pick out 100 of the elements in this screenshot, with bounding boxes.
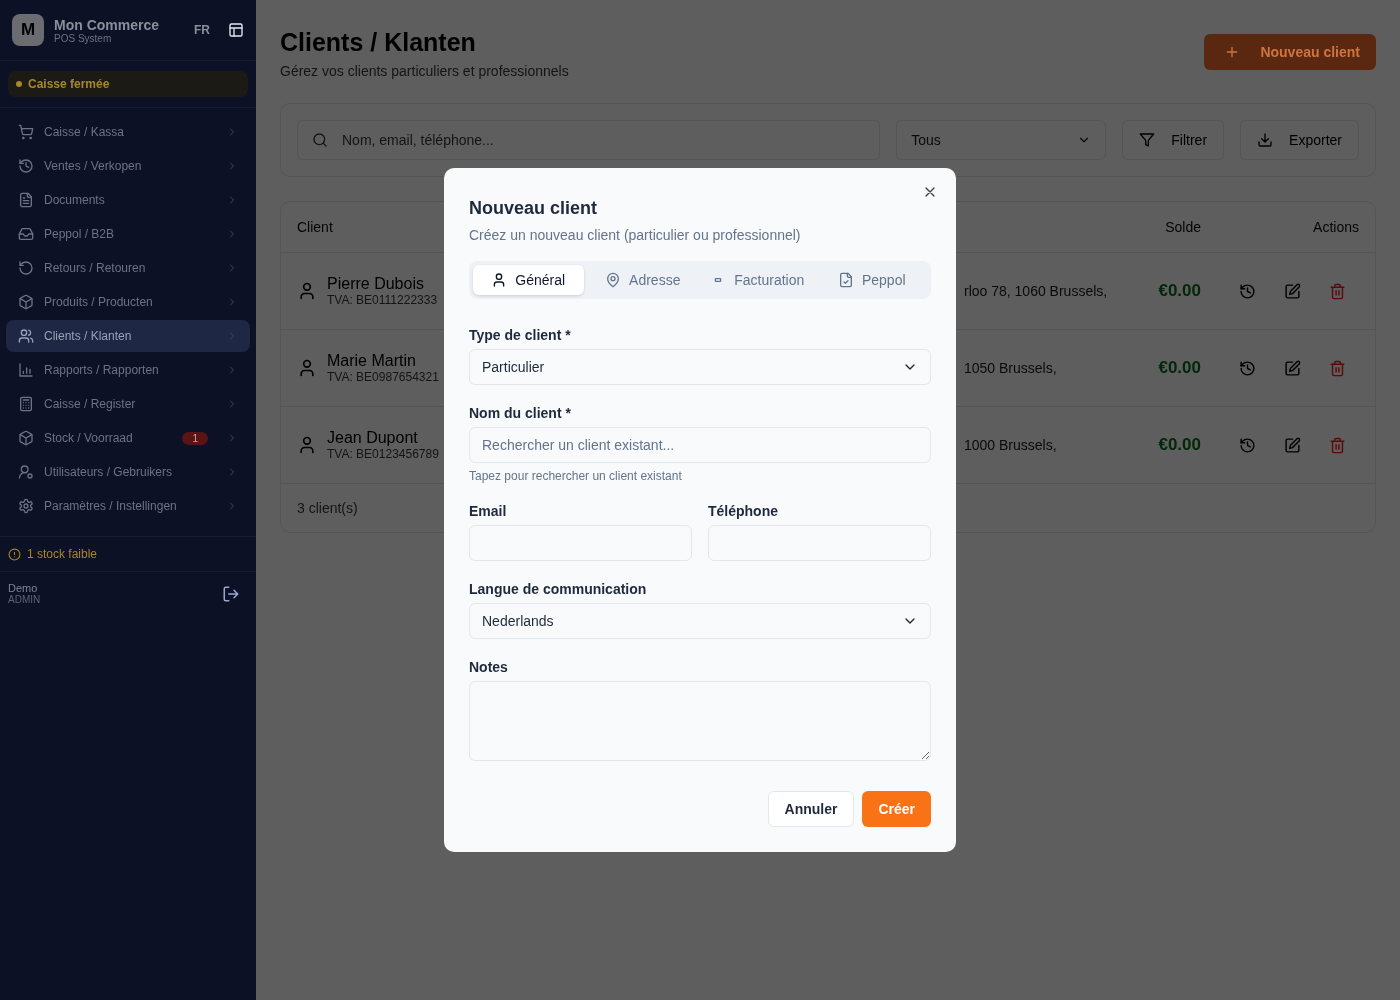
sidebar-item[interactable]: Utilisateurs / Gebruikers [6,456,250,488]
client-name: Marie Martin [327,352,417,370]
cancel-button[interactable]: Annuler [767,791,855,827]
edit-button[interactable] [1284,282,1301,300]
tab[interactable]: Adresse [587,265,698,295]
help-text: Tapez pour rechercher un client existant [469,469,683,483]
download-icon [1257,132,1274,148]
package-icon [18,430,34,446]
edit-button[interactable] [1284,436,1301,454]
delete-button[interactable] [1329,436,1346,454]
sidebar-item[interactable]: Paramètres / Instellingen [6,490,250,522]
brand-subtitle: POS System [54,32,113,44]
settings-icon [18,498,34,514]
history-icon [18,158,34,174]
history-icon [1239,436,1256,454]
client-name: Pierre Dubois [327,275,425,293]
cart-icon [18,124,34,140]
trash-icon [1329,436,1346,454]
user-role: ADMIN [8,594,41,605]
edit-icon [1284,282,1301,300]
vat-number: TVA: BE0987654321 [327,370,439,384]
search-icon [312,132,328,148]
dialog-description: Créez un nouveau client (particulier ou professionnel) [469,227,802,243]
sidebar-item[interactable]: Documents [6,184,250,216]
sidebar-item[interactable]: Caisse / Kassa [6,116,250,148]
field-label: Téléphone [708,503,779,519]
column-header: Solde [1165,219,1201,235]
balance-amount: €0.00 [1158,358,1201,378]
language-label[interactable]: FR [194,23,210,37]
field-label: Email [469,503,508,519]
client-count: 3 client(s) [297,500,358,516]
sidebar-item[interactable]: Clients / Klanten [6,320,250,352]
layout-icon[interactable] [228,22,244,38]
users-icon [18,328,34,344]
sidebar-item[interactable]: Rapports / Rapporten [6,354,250,386]
edit-icon [1284,436,1301,454]
tab[interactable]: Facturation [702,265,813,295]
dialog-title: Nouveau client [469,198,599,219]
sidebar-item[interactable]: Stock / Voorraad 1 [6,422,250,454]
sidebar-item[interactable]: Produits / Producten [6,286,250,318]
field-label: Nom du client * [469,405,572,421]
filter-icon [1139,132,1156,148]
user-icon [297,435,317,455]
address-text: 1050 Brussels, [963,360,1057,376]
delete-button[interactable] [1329,282,1346,300]
page-title: Clients / Klanten [280,28,477,57]
logout-icon[interactable] [222,584,240,603]
inbox-icon [18,226,34,242]
trash-icon [1329,359,1346,377]
vat-number: TVA: BE0123456789 [327,447,439,461]
create-button[interactable]: Créer [862,791,931,827]
column-header: Actions [1313,219,1359,235]
new-client-button[interactable]: Nouveau client [1204,34,1376,70]
field-label: Langue de communication [469,581,648,597]
search-field[interactable]: Nom, email, téléphone... [297,120,881,160]
balance-amount: €0.00 [1158,435,1201,455]
select-field[interactable]: Particulier [469,349,931,385]
client-name: Jean Dupont [327,429,419,447]
alert-icon [8,547,21,561]
field-label: Type de client * [469,327,572,343]
delete-button[interactable] [1329,359,1346,377]
history-icon [1239,359,1256,377]
sidebar-item[interactable]: Peppol / B2B [6,218,250,250]
document-icon [18,192,34,208]
user-gear-icon [18,464,34,480]
tab[interactable]: Peppol [816,265,927,295]
history-button[interactable] [1239,359,1256,377]
address-text: rloo 78, 1060 Brussels, [963,283,1108,299]
undo-icon [18,260,34,276]
notes-field[interactable] [469,681,931,761]
input-field[interactable]: Rechercher un client existant... [469,427,931,463]
sidebar-item[interactable]: Ventes / Verkopen [6,150,250,182]
trash-icon [1329,282,1346,300]
tab[interactable]: Général [473,265,584,295]
export-button[interactable]: Exporter [1240,120,1359,160]
low-stock-text: 1 stock faible [27,547,98,561]
count-badge: 1 [182,431,208,445]
select-field[interactable]: Nederlands [469,603,931,639]
page-subtitle: Gérez vos clients particuliers et professionnels [280,63,569,79]
package-icon [18,294,34,310]
user-icon [297,281,317,301]
bar-chart-icon [18,362,34,378]
edit-icon [1284,359,1301,377]
column-header: Client [297,219,333,235]
user-name: Demo [8,582,39,594]
balance-amount: €0.00 [1158,281,1201,301]
calculator-icon [18,396,34,412]
filter-button[interactable]: Filtrer [1122,120,1225,160]
history-icon [1239,282,1256,300]
logo: M [12,14,44,46]
vat-number: TVA: BE0111222333 [327,293,438,307]
sidebar-item[interactable]: Caisse / Register [6,388,250,420]
history-button[interactable] [1239,436,1256,454]
type-select[interactable]: Tous [896,120,1107,160]
history-button[interactable] [1239,282,1256,300]
sidebar-item[interactable]: Retours / Retouren [6,252,250,284]
map-pin-icon [605,272,622,288]
edit-button[interactable] [1284,359,1301,377]
brand-name: Mon Commerce [54,16,161,33]
file-check-icon [837,272,854,288]
